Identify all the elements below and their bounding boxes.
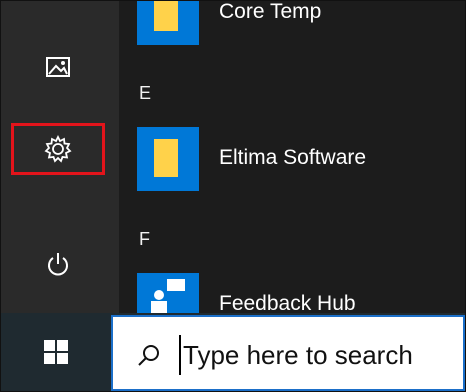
search-box[interactable]: [111, 315, 465, 391]
pictures-button[interactable]: [11, 41, 105, 93]
letter-header-e[interactable]: E: [139, 83, 151, 104]
app-label: Core Temp: [219, 0, 322, 23]
power-icon: [48, 253, 68, 276]
search-input[interactable]: [183, 335, 463, 375]
letter-header-f[interactable]: F: [139, 229, 150, 250]
app-item-core-temp[interactable]: Core Temp: [137, 0, 457, 45]
settings-button[interactable]: [11, 123, 105, 175]
pictures-icon: [46, 57, 70, 77]
folder-icon: [154, 1, 178, 31]
folder-icon: [154, 139, 178, 177]
gear-icon: [44, 134, 72, 163]
power-button[interactable]: [11, 239, 105, 291]
app-tile: [137, 1, 199, 45]
windows-logo-icon: [44, 340, 68, 364]
taskbar: [1, 313, 465, 391]
text-caret: [179, 335, 181, 375]
search-icon: [138, 345, 159, 366]
app-list: Core Temp E Eltima Software F Feedback H…: [119, 0, 465, 337]
app-label: Eltima Software: [219, 146, 367, 169]
start-button[interactable]: [1, 313, 111, 391]
start-menu: Core Temp E Eltima Software F Feedback H…: [0, 0, 466, 392]
app-tile: [137, 127, 199, 191]
start-menu-rail: [1, 1, 119, 313]
app-item-eltima-software[interactable]: Eltima Software: [137, 127, 457, 191]
